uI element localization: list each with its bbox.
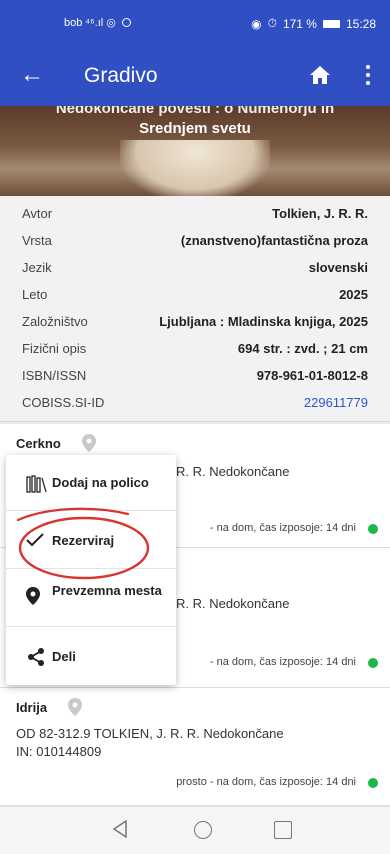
detail-row-isbn: ISBN/ISSN 978-961-01-8012-8 xyxy=(22,364,368,388)
checkmark-icon xyxy=(26,533,44,547)
location-pin-icon xyxy=(26,587,40,605)
cover-banner: Nedokončane povesti : o Númenorju in Sre… xyxy=(0,106,390,196)
cobiss-link[interactable]: 229611779 xyxy=(304,391,368,415)
nav-home-icon[interactable] xyxy=(194,821,212,839)
menu-item-label: Rezerviraj xyxy=(52,533,115,548)
alarm-icon: ⏱ xyxy=(267,16,277,30)
nav-back-icon[interactable] xyxy=(112,819,128,839)
detail-value: 694 str. : zvd. ; 21 cm xyxy=(237,341,368,356)
status-right: ◉ ⏱ 171 % 15:28 xyxy=(251,16,376,31)
book-title-line2: Srednjem svetu xyxy=(139,120,251,137)
library-name: Idrija xyxy=(16,700,48,715)
eye-icon: ◉ xyxy=(251,16,262,31)
location-pin-icon xyxy=(68,698,82,716)
detail-key: Vrsta xyxy=(22,233,52,248)
available-dot-icon xyxy=(368,658,378,668)
detail-value: 978-961-01-8012-8 xyxy=(256,368,368,383)
detail-key: Fizični opis xyxy=(22,341,87,356)
menu-item-label: Prevzemna mesta xyxy=(52,583,162,598)
detail-row-language: Jezik slovenski xyxy=(22,256,368,280)
home-icon[interactable] xyxy=(308,63,332,87)
battery-percent: 171 % xyxy=(282,16,317,31)
book-title-line1: Nedokončane povesti : o Númenorju in xyxy=(55,106,335,117)
availability-status: - na dom, čas izposoje: 14 dni xyxy=(209,656,356,668)
status-bar: bob ⁴⁶.ıl ◎ ◉ ⏱ 171 % 15:28 xyxy=(0,0,390,46)
detail-key: Leto xyxy=(22,287,48,302)
detail-key: Jezik xyxy=(22,260,52,275)
detail-key: Avtor xyxy=(22,206,53,221)
details-panel: Avtor Tolkien, J. R. R. Vrsta (znanstven… xyxy=(0,196,390,422)
back-arrow-icon[interactable]: ← xyxy=(20,60,44,90)
share-icon xyxy=(28,648,44,666)
detail-row-year: Leto 2025 xyxy=(22,283,368,307)
overflow-menu-icon[interactable] xyxy=(364,63,372,87)
menu-item-reserve[interactable]: Rezerviraj xyxy=(6,511,176,569)
detail-key: COBISS.SI-ID xyxy=(22,395,105,410)
menu-item-pickup-locations[interactable]: Prevzemna mesta xyxy=(6,569,176,627)
menu-item-add-to-shelf[interactable]: Dodaj na polico xyxy=(6,455,176,511)
detail-value: slovenski xyxy=(308,260,368,275)
menu-item-label: Dodaj na polico xyxy=(52,475,149,490)
detail-row-physical: Fizični opis 694 str. : zvd. ; 21 cm xyxy=(22,337,368,361)
available-dot-icon xyxy=(368,778,378,788)
call-number: OD 82-312.9 TOLKIEN, J. R. R. Nedokončan… xyxy=(16,726,284,741)
detail-value: 2025 xyxy=(339,287,368,302)
available-dot-icon xyxy=(368,524,378,534)
location-pin-icon xyxy=(82,434,96,452)
detail-row-cobiss: COBISS.SI-ID 229611779 xyxy=(22,391,368,415)
nav-recents-icon[interactable] xyxy=(274,821,292,839)
detail-row-author: Avtor Tolkien, J. R. R. xyxy=(22,202,368,226)
status-left: bob ⁴⁶.ıl ◎ xyxy=(64,16,131,29)
messenger-icon xyxy=(121,18,131,27)
call-number: R. R. Nedokončane xyxy=(176,464,290,479)
detail-value: Tolkien, J. R. R. xyxy=(272,206,368,221)
menu-item-share[interactable]: Deli xyxy=(6,627,176,685)
availability-status: prosto - na dom, čas izposoje: 14 dni xyxy=(176,776,356,788)
detail-key: Založništvo xyxy=(22,314,88,329)
availability-status: - na dom, čas izposoje: 14 dni xyxy=(209,522,356,534)
inventory-number: IN: 010144809 xyxy=(16,744,102,759)
call-number: R. R. Nedokončane xyxy=(176,596,290,611)
detail-key: ISBN/ISSN xyxy=(22,368,87,383)
menu-item-label: Deli xyxy=(52,649,76,664)
detail-row-type: Vrsta (znanstveno)fantastična proza xyxy=(22,229,368,253)
detail-value: Ljubljana : Mladinska knjiga, 2025 xyxy=(159,314,368,329)
detail-row-publisher: Založništvo Ljubljana : Mladinska knjiga… xyxy=(22,310,368,334)
bookshelf-icon xyxy=(26,475,47,493)
battery-icon xyxy=(322,19,340,28)
open-book-image xyxy=(120,140,270,196)
clock: 15:28 xyxy=(345,16,376,31)
system-nav-bar xyxy=(0,806,390,854)
detail-value: (znanstveno)fantastična proza xyxy=(180,233,368,248)
context-menu: Dodaj na polico Rezerviraj Prevzemna mes… xyxy=(6,455,176,685)
library-name: Cerkno xyxy=(16,436,61,451)
library-item-idrija[interactable]: Idrija OD 82-312.9 TOLKIEN, J. R. R. Ned… xyxy=(0,688,390,806)
page-title: Gradivo xyxy=(84,64,158,87)
status-carrier: bob ⁴⁶.ıl ◎ xyxy=(64,17,116,29)
app-bar: ← Gradivo xyxy=(0,46,390,106)
